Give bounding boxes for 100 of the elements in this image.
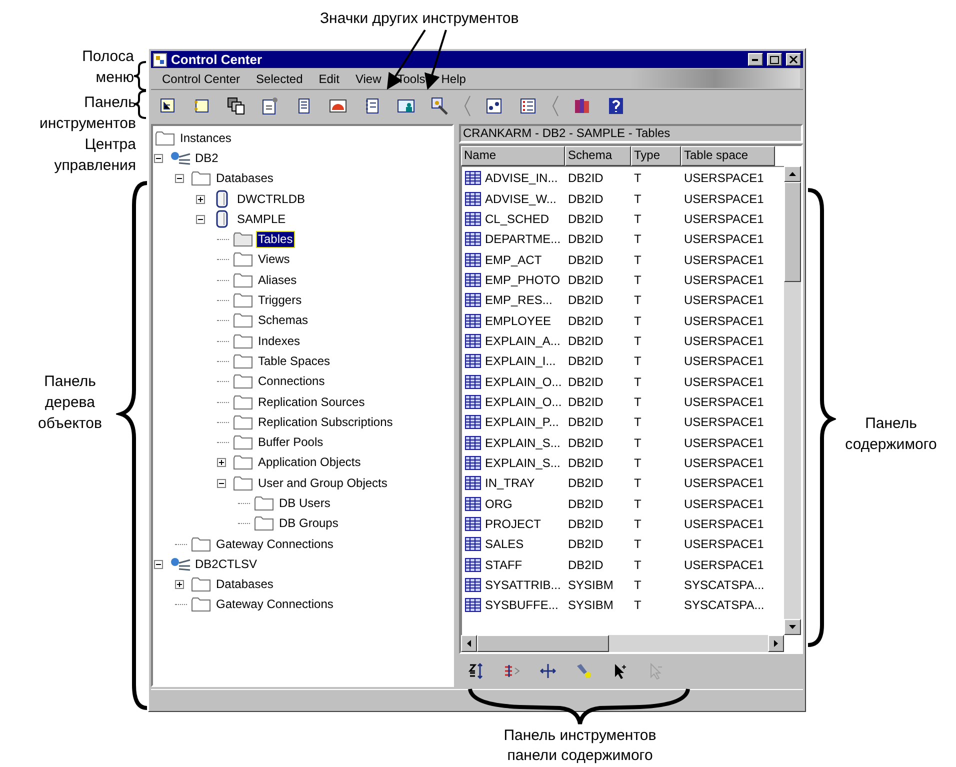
expand-toggle[interactable] [175, 580, 184, 590]
table-grid-icon [465, 272, 481, 287]
folder-icon [233, 334, 253, 349]
callout-label: Панель инструментов панели содержимого [502, 726, 658, 766]
menu-item[interactable]: Help [433, 70, 474, 88]
table-cell-text: SYSATTRIB... [485, 577, 561, 594]
menu-item[interactable]: Selected [248, 70, 311, 88]
column-header[interactable]: Type [631, 146, 681, 166]
table-cell: SYSIBM [568, 598, 614, 612]
horizontal-scrollbar[interactable] [461, 635, 784, 652]
menu-item[interactable]: Control Center [154, 70, 248, 88]
vertical-scrollbar[interactable] [784, 166, 801, 635]
table-cell: SYSCATSPA... [684, 578, 764, 592]
menu-item[interactable]: Edit [310, 70, 348, 88]
folder-icon [233, 374, 253, 390]
tree-item[interactable]: Replication Subscriptions [257, 414, 394, 430]
stacked-windows-icon[interactable] [225, 95, 247, 117]
table-cell: USERSPACE1 [684, 456, 764, 470]
tree-item[interactable]: DB2CTLSV [194, 556, 258, 572]
table-cell: T [634, 496, 642, 511]
tree-item[interactable]: DB Users [278, 496, 332, 511]
table-cell-text: EXPLAIN_S... [485, 434, 560, 452]
database-cylinder-icon [216, 190, 228, 208]
expand-toggle[interactable] [196, 194, 205, 204]
table-cell: T [634, 415, 642, 430]
folder-icon [191, 597, 211, 612]
tree-item[interactable]: DB Groups [278, 516, 340, 532]
minimize-button[interactable] [748, 53, 763, 66]
table-grid-icon [465, 456, 481, 470]
table-cell: DB2ID [568, 334, 604, 348]
table-cell-text: CL_SCHED [485, 210, 550, 228]
tree-connector-line [217, 360, 229, 362]
tree-item[interactable]: Triggers [257, 293, 303, 308]
tree-item[interactable]: Databases [215, 171, 274, 186]
table-grid-icon [465, 354, 481, 368]
menu-item[interactable]: Tools [389, 70, 434, 88]
table-cell-text: ADVISE_W... [485, 190, 556, 208]
table-cell: T [634, 578, 642, 592]
callout-label: Полоса меню [81, 47, 134, 88]
tree-item[interactable]: User and Group Objects [257, 476, 388, 491]
table-cell: DB2ID [568, 212, 604, 226]
collapse-toggle[interactable] [217, 478, 226, 488]
menu-item[interactable]: View [347, 70, 390, 88]
tree-item[interactable]: Aliases [257, 272, 298, 288]
table-cell: USERSPACE1 [684, 436, 764, 450]
close-button[interactable] [786, 53, 801, 66]
table-cell: T [634, 314, 642, 328]
collapse-toggle[interactable] [196, 214, 205, 224]
callout-label: Панель инструментов Центра управления [38, 93, 136, 176]
column-header[interactable]: Table space [681, 146, 775, 166]
tree-item[interactable]: Gateway Connections [215, 597, 334, 612]
tree-item[interactable]: Table Spaces [257, 354, 332, 369]
toolbar-separator [463, 94, 471, 118]
tree-item[interactable]: Indexes [257, 334, 302, 349]
tree-item[interactable]: SAMPLE [236, 212, 287, 227]
tree-item[interactable]: DWCTRLDB [236, 192, 306, 207]
tree-item[interactable]: Databases [215, 577, 274, 592]
table-cell: USERSPACE1 [684, 476, 764, 490]
tree-item[interactable]: Views [257, 252, 291, 268]
expand-toggle[interactable] [217, 458, 226, 468]
tree-item[interactable]: Buffer Pools [257, 435, 324, 450]
table-cell: T [634, 436, 642, 450]
column-header[interactable]: Schema [565, 146, 631, 166]
collapse-toggle[interactable] [154, 560, 163, 569]
table-cell: T [634, 537, 642, 552]
open-folder-icon [233, 232, 253, 248]
tree-item[interactable]: Instances [179, 130, 232, 146]
tree-item[interactable]: Schemas [257, 313, 310, 328]
tree-item[interactable]: DB2 [194, 150, 220, 166]
tree-connector-line [217, 381, 229, 382]
table-grid-icon [465, 374, 481, 389]
tree-item[interactable]: Connections [257, 374, 326, 390]
collapse-toggle[interactable] [154, 154, 163, 163]
tree-item[interactable]: Replication Sources [257, 394, 366, 410]
table-cell-text: IN_TRAY [485, 475, 535, 492]
maximize-button[interactable] [767, 53, 782, 66]
table-cell-text: EXPLAIN_S... [485, 454, 560, 472]
table-cell: T [634, 252, 642, 267]
table-cell: USERSPACE1 [684, 415, 764, 430]
column-header[interactable]: Name [461, 146, 565, 166]
table-cell-text: STAFF [485, 556, 522, 574]
table-cell: T [634, 456, 642, 470]
table-cell-text: ADVISE_IN... [485, 170, 558, 188]
tree-item[interactable]: Tables [257, 232, 294, 248]
table-cell: USERSPACE1 [684, 212, 764, 226]
table-cell: USERSPACE1 [684, 272, 764, 287]
scrollbar-thumb[interactable] [477, 635, 609, 652]
folder-icon [233, 435, 253, 450]
tree-item[interactable]: Gateway Connections [215, 536, 334, 552]
table-cell: T [634, 374, 642, 389]
folder-icon [233, 394, 253, 410]
table-grid-icon [465, 598, 481, 612]
table-cell: USERSPACE1 [684, 293, 764, 308]
table-cell: T [634, 476, 642, 490]
plus-icon [218, 459, 225, 466]
table-cell: T [634, 558, 642, 572]
table-cell-text: EXPLAIN_O... [485, 394, 562, 411]
scrollbar-thumb[interactable] [784, 182, 801, 282]
collapse-toggle[interactable] [175, 174, 184, 184]
tree-item[interactable]: Application Objects [257, 455, 362, 470]
